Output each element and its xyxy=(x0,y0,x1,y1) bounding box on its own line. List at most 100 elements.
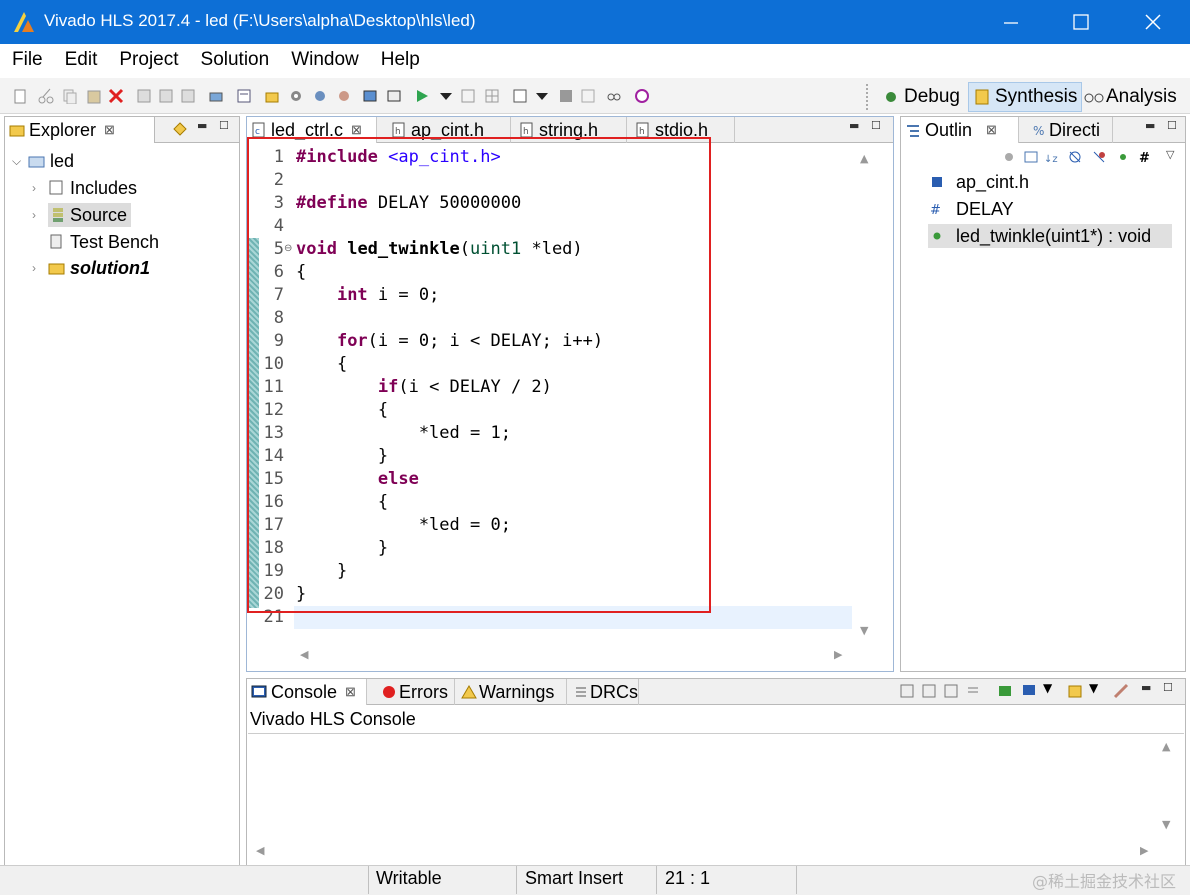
menu-edit[interactable]: Edit xyxy=(53,49,108,71)
pin-console-icon[interactable] xyxy=(997,683,1013,699)
help-icon[interactable] xyxy=(634,88,650,104)
scroll-up-icon[interactable]: ▲ xyxy=(860,152,868,165)
h-file-icon: h xyxy=(520,122,533,138)
maximize-button[interactable] xyxy=(1046,0,1116,44)
menu-help[interactable]: Help xyxy=(369,49,430,71)
maximize-view-icon[interactable]: ☐ xyxy=(871,119,881,132)
save-all-icon[interactable] xyxy=(180,88,196,104)
print-icon[interactable] xyxy=(208,88,224,104)
scroll-lock-icon[interactable] xyxy=(921,683,937,699)
tab-errors[interactable]: Errors xyxy=(377,679,455,705)
close-tab-icon[interactable]: ⊠ xyxy=(345,684,356,700)
scroll-up-icon[interactable]: ▲ xyxy=(1162,740,1170,753)
word-wrap-icon[interactable] xyxy=(943,683,959,699)
compare-icon[interactable] xyxy=(606,88,622,104)
perspective-debug[interactable]: Debug xyxy=(878,82,964,112)
show-console-icon[interactable] xyxy=(965,683,981,699)
hash-icon[interactable]: # xyxy=(1138,150,1152,164)
run-icon[interactable] xyxy=(414,88,430,104)
menu-project[interactable]: Project xyxy=(107,49,188,71)
paste-icon[interactable] xyxy=(86,88,102,104)
new-console-icon[interactable] xyxy=(1067,683,1083,699)
close-window-button[interactable] xyxy=(1118,0,1188,44)
menu-window[interactable]: Window xyxy=(279,49,369,71)
chevron-down-icon[interactable]: ▼ xyxy=(1089,681,1098,695)
hide-static-icon[interactable] xyxy=(1068,150,1082,164)
tab-console[interactable]: Console ⊠ xyxy=(247,679,367,705)
green-dot-icon[interactable] xyxy=(1116,150,1130,164)
grid-icon[interactable] xyxy=(484,88,500,104)
console-output[interactable] xyxy=(248,734,1158,842)
scroll-right-icon[interactable]: ▶ xyxy=(1140,844,1148,857)
sort-icon[interactable]: ↓z xyxy=(1044,150,1058,164)
save-icon[interactable] xyxy=(136,88,152,104)
new-file-icon[interactable] xyxy=(12,88,28,104)
collapse-all-icon[interactable] xyxy=(1024,150,1038,164)
outline-item-led-twinkle[interactable]: led_twinkle(uint1*) : void xyxy=(928,224,1172,248)
perspective-synthesis[interactable]: Synthesis xyxy=(968,82,1083,112)
project-settings-icon[interactable] xyxy=(236,88,252,104)
eraser-icon[interactable] xyxy=(1113,683,1129,699)
tab-drcs[interactable]: DRCs xyxy=(569,679,639,705)
maximize-view-icon[interactable]: ☐ xyxy=(1163,681,1173,694)
layout-icon[interactable] xyxy=(580,88,596,104)
tree-root-led[interactable]: ⌵ led xyxy=(12,149,74,173)
minimize-button[interactable] xyxy=(976,0,1046,44)
tree-item-source[interactable]: › Source xyxy=(32,203,132,227)
scroll-left-icon[interactable]: ◀ xyxy=(256,844,264,857)
clear-console-icon[interactable] xyxy=(899,683,915,699)
source-icon xyxy=(53,208,63,222)
build-icon[interactable] xyxy=(312,88,328,104)
minimize-view-icon[interactable]: ▬ xyxy=(1141,681,1151,694)
report-dropdown-icon[interactable] xyxy=(534,88,550,104)
svg-text:h: h xyxy=(395,127,401,137)
editor-horizontal-scrollbar[interactable]: ◀ ▶ xyxy=(296,646,852,666)
menu-file[interactable]: File xyxy=(0,49,53,71)
cut-icon[interactable] xyxy=(38,88,54,104)
view-menu-icon[interactable]: ▽ xyxy=(1166,148,1174,161)
scroll-down-icon[interactable]: ▼ xyxy=(1162,818,1170,831)
display-console-icon[interactable] xyxy=(1021,683,1037,699)
tab-explorer[interactable]: Explorer ⊠ xyxy=(5,117,155,143)
close-tab-icon[interactable]: ⊠ xyxy=(104,122,115,138)
menu-solution[interactable]: Solution xyxy=(189,49,280,71)
maximize-view-icon[interactable]: ☐ xyxy=(1167,119,1177,132)
clean-icon[interactable] xyxy=(336,88,352,104)
scroll-down-icon[interactable]: ▼ xyxy=(860,624,868,637)
check-icon[interactable] xyxy=(460,88,476,104)
run-dropdown-icon[interactable] xyxy=(438,88,454,104)
copy-icon[interactable] xyxy=(62,88,78,104)
explorer-icon xyxy=(9,125,25,137)
tab-directives[interactable]: % Directi xyxy=(1027,117,1113,143)
outline-item-delay[interactable]: # DELAY xyxy=(928,197,1014,221)
open-project-icon[interactable] xyxy=(264,88,280,104)
minimize-view-icon[interactable]: ▬ xyxy=(1145,119,1155,132)
editor-vertical-scrollbar[interactable]: ▲ ▼ xyxy=(852,146,882,642)
function-icon xyxy=(933,232,941,240)
tab-outline[interactable]: Outlin ⊠ xyxy=(901,117,1019,143)
outline-item-ap-cint-h[interactable]: ap_cint.h xyxy=(928,170,1029,194)
close-tab-icon[interactable]: ⊠ xyxy=(986,122,997,138)
minimize-view-icon[interactable]: ▬ xyxy=(197,119,207,132)
report-icon[interactable] xyxy=(512,88,528,104)
delete-icon[interactable] xyxy=(108,88,124,104)
tree-item-test-bench[interactable]: Test Bench xyxy=(48,230,159,254)
maximize-view-icon[interactable]: ☐ xyxy=(219,119,229,132)
minimize-view-icon[interactable]: ▬ xyxy=(849,119,859,132)
gear-icon[interactable] xyxy=(288,88,304,104)
csim-icon[interactable] xyxy=(362,88,378,104)
tree-item-includes[interactable]: › Includes xyxy=(32,176,137,200)
scroll-left-icon[interactable]: ◀ xyxy=(300,648,308,661)
link-editor-icon[interactable] xyxy=(171,120,189,138)
chevron-down-icon[interactable]: ▼ xyxy=(1043,681,1052,695)
cosim-icon[interactable] xyxy=(386,88,402,104)
hide-nonpublic-icon[interactable] xyxy=(1092,150,1106,164)
perspective-analysis[interactable]: Analysis xyxy=(1080,82,1181,112)
close-tab-icon[interactable]: ⊠ xyxy=(351,122,362,138)
scroll-right-icon[interactable]: ▶ xyxy=(834,648,842,661)
stop-icon[interactable] xyxy=(558,88,574,104)
tab-warnings[interactable]: Warnings xyxy=(457,679,567,705)
tree-item-solution1[interactable]: › solution1 xyxy=(32,256,150,280)
hide-fields-icon[interactable] xyxy=(1002,150,1016,164)
save-as-icon[interactable] xyxy=(158,88,174,104)
